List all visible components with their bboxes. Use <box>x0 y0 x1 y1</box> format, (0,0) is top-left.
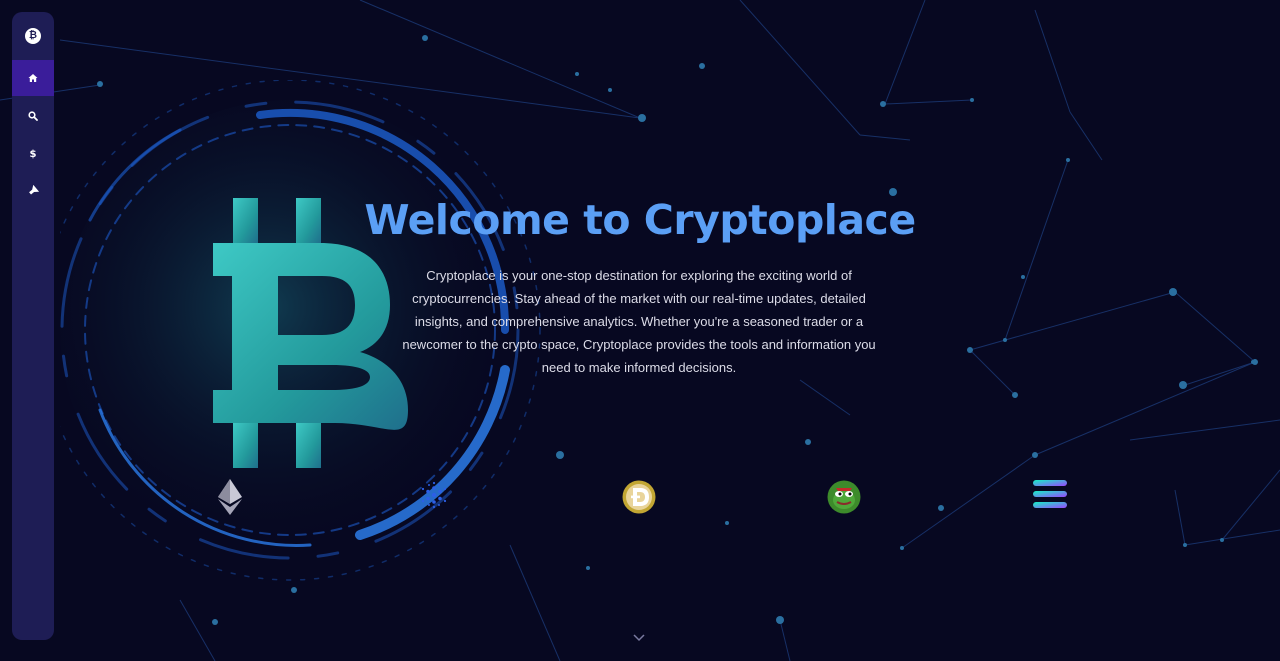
sidebar-item-prices[interactable]: $ <box>12 135 54 171</box>
ethereum-icon[interactable] <box>218 479 242 515</box>
bitcoin-icon[interactable]: ₿ <box>25 28 41 44</box>
pepe-icon[interactable] <box>827 480 861 514</box>
svg-text:$: $ <box>30 149 37 159</box>
cardano-icon[interactable] <box>420 481 448 509</box>
megaphone-icon <box>28 184 39 195</box>
sidebar: ₿ $ <box>12 12 54 640</box>
home-icon <box>28 74 38 82</box>
sidebar-item-search[interactable] <box>12 98 54 134</box>
sidebar-item-home[interactable] <box>12 60 54 96</box>
hero-description: Cryptoplace is your one-stop destination… <box>402 268 876 375</box>
search-icon <box>28 111 38 121</box>
dogecoin-icon[interactable] <box>622 480 656 514</box>
sidebar-item-marketing[interactable] <box>12 172 54 208</box>
page-title: Welcome to Cryptoplace <box>364 196 916 244</box>
chevron-down-icon[interactable] <box>632 633 646 643</box>
dollar-icon: $ <box>30 149 37 159</box>
solana-icon[interactable] <box>1033 480 1067 508</box>
